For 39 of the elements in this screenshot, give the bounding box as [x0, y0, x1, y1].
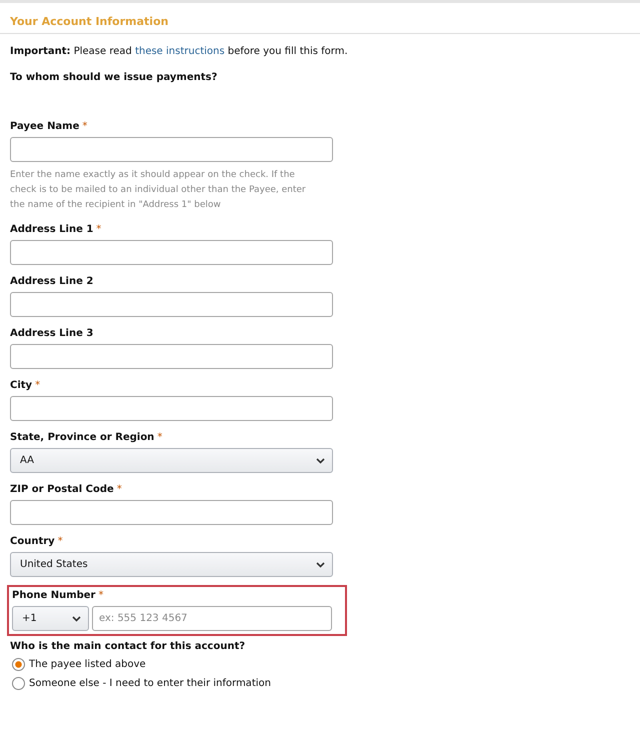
text-field[interactable]	[10, 292, 333, 317]
required-mark: *	[157, 432, 162, 445]
text-field[interactable]	[10, 240, 333, 265]
field-label: State, Province or Region	[10, 432, 154, 445]
field-label: Country	[10, 536, 55, 549]
field-label: ZIP or Postal Code	[10, 484, 114, 497]
section-title: Your Account Information	[10, 15, 168, 28]
required-mark: *	[35, 380, 40, 393]
instructions-notice: Important: Please read these instructions before you fill this form.	[10, 46, 349, 57]
contact-question: Who is the main contact for this account?	[10, 641, 246, 652]
required-mark: *	[116, 484, 122, 497]
required-mark: *	[58, 536, 63, 549]
required-mark: *	[96, 224, 102, 237]
text-field[interactable]	[10, 396, 333, 421]
radio-button[interactable]	[12, 658, 25, 671]
field-label: Address Line 3	[10, 328, 94, 341]
radio-label[interactable]: The payee listed above	[29, 659, 146, 670]
required-mark: *	[82, 121, 88, 134]
field-label: Phone Number	[12, 590, 96, 603]
dropdown[interactable]: AA	[10, 448, 333, 473]
text-field[interactable]	[10, 344, 333, 369]
chevron-down-icon	[316, 458, 325, 464]
field-label: Payee Name	[10, 121, 80, 134]
field-label: City	[10, 380, 32, 393]
payments-question: To whom should we issue payments?	[10, 72, 218, 83]
text-field[interactable]	[10, 137, 333, 162]
phone-field[interactable]: ex: 555 123 4567	[92, 606, 332, 631]
chevron-down-icon	[316, 562, 325, 568]
field-label: Address Line 2	[10, 276, 94, 289]
text-field[interactable]	[10, 500, 333, 525]
required-mark: *	[98, 590, 104, 603]
field-label: Address Line 1	[10, 224, 94, 237]
field-hint: Enter the name exactly as it should appear on the check. If the check is to be mailed to an individual other than the Payee, enter the name of the recipient in "Address 1" below	[10, 169, 307, 212]
country-code-dropdown[interactable]: +1	[12, 606, 89, 631]
radio-label[interactable]: Someone else - I need to enter their information	[29, 678, 271, 689]
dropdown[interactable]: United States	[10, 552, 333, 577]
radio-button[interactable]	[12, 677, 25, 690]
chevron-down-icon	[72, 616, 81, 622]
instructions-link[interactable]: these instructions	[135, 46, 225, 57]
